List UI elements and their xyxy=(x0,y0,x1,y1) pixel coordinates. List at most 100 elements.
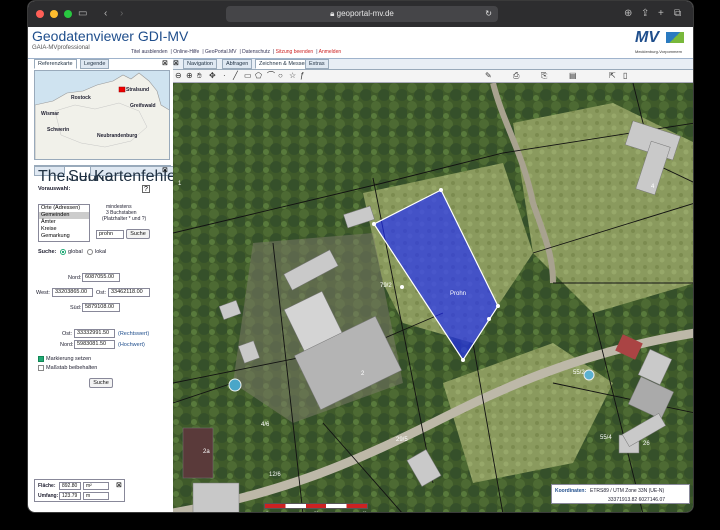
print-icon[interactable]: ⎙ xyxy=(513,71,519,81)
area-value: 892.80 xyxy=(59,482,81,490)
reference-map[interactable]: Stralsund Rostock Greifswald Wismar Schw… xyxy=(34,70,170,160)
link-privacy[interactable]: Datenschutz xyxy=(242,49,270,55)
radio-lokal[interactable] xyxy=(87,249,93,255)
download-icon[interactable]: ⊕ xyxy=(624,7,632,21)
option-orte[interactable]: Orte (Adressen) xyxy=(39,205,89,212)
checkbox-markierung[interactable] xyxy=(38,356,44,362)
share-icon[interactable]: ⇪ xyxy=(641,7,649,21)
map-label-55-2: 55/2 xyxy=(573,370,585,376)
map-label-12-6: 12/6 xyxy=(269,472,281,478)
minimize-window-button[interactable] xyxy=(50,10,58,18)
ost2-label: Ost: xyxy=(62,331,73,337)
circle-icon[interactable]: ○ xyxy=(278,71,283,81)
move-icon[interactable]: ✥ xyxy=(209,71,216,81)
back-icon[interactable]: ‹ xyxy=(104,7,107,21)
option-kreise[interactable]: Kreise xyxy=(39,226,89,233)
tab-abfragen[interactable]: Abfragen xyxy=(222,59,253,69)
radio-global-label: global xyxy=(68,249,83,255)
sidebar-icon[interactable]: ▭ xyxy=(78,7,87,21)
ref-city-rostock: Rostock xyxy=(71,95,91,101)
option-aemter[interactable]: Ämter xyxy=(39,219,89,226)
checkbox-massstab[interactable] xyxy=(38,365,44,371)
close-icon[interactable]: ⊠ xyxy=(173,59,179,67)
nord-label: Nord: xyxy=(68,275,82,281)
ost-input[interactable]: 33462118.00 xyxy=(108,288,150,297)
area-unit[interactable]: m² xyxy=(83,482,109,490)
close-window-button[interactable] xyxy=(36,10,44,18)
west-label: West: xyxy=(36,290,50,296)
parcel-label-prohn: Prohn xyxy=(450,291,466,297)
perimeter-unit[interactable]: m xyxy=(83,492,109,500)
zoom-window-button[interactable] xyxy=(64,10,72,18)
reload-icon[interactable]: ↻ xyxy=(485,6,492,22)
polygon-icon[interactable]: ⬠ xyxy=(255,71,262,81)
sued-input[interactable]: 5879108.00 xyxy=(82,303,120,312)
map-label-4-6: 4/6 xyxy=(261,422,270,428)
map-label-55-4: 55/4 xyxy=(600,435,612,441)
nord2-input[interactable]: 5983081.50 xyxy=(74,340,115,349)
ref-city-stralsund: Stralsund xyxy=(126,87,150,93)
star-icon[interactable]: ☆ xyxy=(289,71,296,81)
tab-navigation[interactable]: Navigation xyxy=(183,59,217,69)
rectangle-icon[interactable]: ▭ xyxy=(244,71,252,81)
radio-global[interactable] xyxy=(60,249,66,255)
header-links: Titel ausblenden | Online-Hilfe | GeoPorta… xyxy=(131,49,342,55)
option-gemarkung[interactable]: Gemarkung xyxy=(39,233,89,240)
point-icon[interactable]: · xyxy=(223,71,226,81)
suche-label: Suche: xyxy=(38,249,57,255)
close-icon[interactable]: ⊠ xyxy=(116,481,122,489)
freehand-icon[interactable]: ⌒ xyxy=(267,71,275,81)
link-login[interactable]: Anmelden xyxy=(319,49,342,55)
close-icon[interactable]: ⊠ xyxy=(162,59,168,67)
forward-icon[interactable]: › xyxy=(120,7,123,21)
help-icon[interactable]: ? xyxy=(142,185,150,193)
zoom-out-icon[interactable]: ⊖ xyxy=(175,71,182,81)
delete-icon[interactable]: ▯ xyxy=(623,71,627,81)
tab-zeichnen-messen[interactable]: Zeichnen & Messen xyxy=(255,59,312,69)
ref-city-schwerin: Schwerin xyxy=(47,127,70,133)
close-icon[interactable]: ⊠ xyxy=(162,166,168,174)
tab-overview-icon[interactable]: ⧉ xyxy=(674,7,681,21)
new-tab-icon[interactable]: + xyxy=(658,7,664,21)
scale-tick-20: 20 xyxy=(314,510,319,513)
aerial-map[interactable]: Prohn 4 79/2 2 2a 55/2 55/4 4/6 29/5 12/… xyxy=(173,83,694,513)
export-icon[interactable]: ▤ xyxy=(569,71,577,81)
link-help[interactable]: Online-Hilfe xyxy=(173,49,199,55)
select-icon[interactable]: ⇱ xyxy=(609,71,616,81)
url-bar[interactable]: 🔒︎ geoportal-mv.de ↻ xyxy=(226,6,498,22)
area-label: Fläche: xyxy=(38,483,56,489)
scale-tick-0: 0 xyxy=(266,510,269,513)
edit-icon[interactable]: ✎ xyxy=(485,71,492,81)
mv-logo-text: MV xyxy=(635,29,659,46)
line-icon[interactable]: ╱ xyxy=(233,71,238,81)
search-button-2[interactable]: Suche xyxy=(89,378,113,388)
ost2-input[interactable]: 33332991.50 xyxy=(74,329,115,338)
map-label-2a: 2a xyxy=(203,449,210,455)
text-icon[interactable]: ƒ xyxy=(300,71,304,81)
link-logout[interactable]: Sitzung beenden xyxy=(276,49,314,55)
hint-line-3: (Platzhalter * und ?) xyxy=(102,216,147,222)
search-input[interactable]: prohn xyxy=(96,230,124,239)
tab-referenzkarte[interactable]: Referenzkarte xyxy=(34,59,77,69)
mv-logo: MV Mecklenburg-Vorpommern xyxy=(635,29,693,57)
zoom-in-icon[interactable]: ⊕ xyxy=(186,71,193,81)
perimeter-value: 123.79 xyxy=(59,492,81,500)
coord-system[interactable]: ETRS89 / UTM Zone 33N (UE-N) xyxy=(590,488,664,494)
checkbox-markierung-label: Markierung setzen xyxy=(46,356,92,362)
save-icon[interactable]: ⎘ xyxy=(541,71,547,81)
tab-legende[interactable]: Legende xyxy=(80,59,110,69)
search-type-listbox[interactable]: Orte (Adressen) Gemeinden Ämter Kreise G… xyxy=(38,204,90,242)
mv-flag-icon xyxy=(666,32,684,43)
link-hide-title[interactable]: Titel ausblenden xyxy=(131,49,168,55)
coordinates-box: Koordinaten: ETRS89 / UTM Zone 33N (UE-N… xyxy=(551,484,690,504)
app-header: Geodatenviewer GDI-MV GAIA-MVprofessiona… xyxy=(28,27,693,59)
pan-hand-icon[interactable]: ✋︎ xyxy=(197,71,202,81)
search-panel: Themen Suche Kartenfehler? ⊠ Vorauswahl:… xyxy=(34,165,195,512)
option-gemeinden[interactable]: Gemeinden xyxy=(39,212,89,219)
ost-label: Ost: xyxy=(96,290,107,296)
west-input[interactable]: 33203865.00 xyxy=(52,288,93,297)
tab-extras[interactable]: Extras xyxy=(305,59,329,69)
search-button[interactable]: Suche xyxy=(126,229,150,239)
nord-input[interactable]: 6087055.00 xyxy=(82,273,120,282)
link-geoportal[interactable]: GeoPortal.MV xyxy=(205,49,236,55)
